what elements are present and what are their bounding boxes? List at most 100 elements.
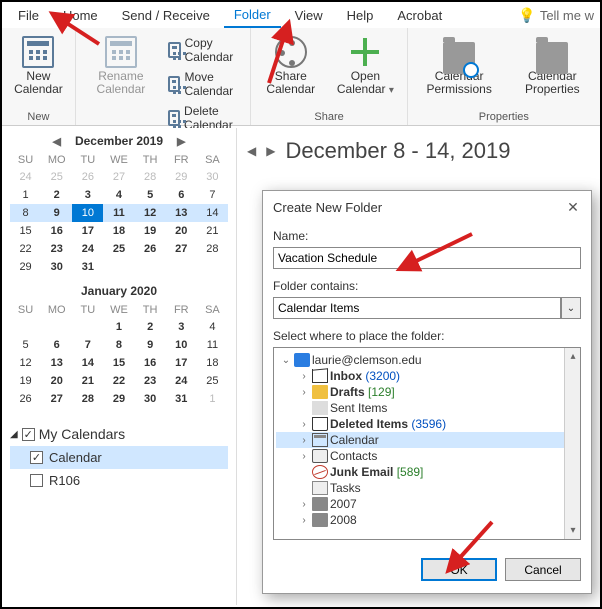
menu-item-folder[interactable]: Folder <box>224 3 281 28</box>
calendar-day[interactable]: 3 <box>72 186 103 204</box>
tree-item[interactable]: ⌄laurie@clemson.edu <box>276 352 578 368</box>
calendar-day[interactable]: 18 <box>103 222 134 240</box>
calendar-day[interactable]: 13 <box>41 354 72 372</box>
cancel-button[interactable]: Cancel <box>505 558 581 581</box>
calendar-day[interactable]: 20 <box>166 222 197 240</box>
calendar-day[interactable]: 16 <box>135 354 166 372</box>
calendar-day[interactable]: 24 <box>72 240 103 258</box>
scroll-down-button[interactable]: ▾ <box>565 522 581 539</box>
expand-toggle[interactable]: › <box>298 419 310 430</box>
calendar-day[interactable]: 12 <box>135 204 166 222</box>
calendar-day[interactable]: 15 <box>10 222 41 240</box>
next-week-button[interactable]: ▶ <box>266 144 275 158</box>
menu-item-send-receive[interactable]: Send / Receive <box>112 4 220 27</box>
expand-toggle[interactable]: › <box>298 387 310 398</box>
calendar-day[interactable]: 23 <box>41 240 72 258</box>
prev-month-button[interactable]: ◀ <box>47 135 67 148</box>
tree-item[interactable]: ›Deleted Items (3596) <box>276 416 578 432</box>
rename-calendar-button[interactable]: Rename Calendar <box>80 34 162 98</box>
calendar-day[interactable]: 22 <box>103 372 134 390</box>
calendar-day[interactable]: 1 <box>10 186 41 204</box>
close-button[interactable]: ✕ <box>565 199 581 215</box>
calendar-properties-button[interactable]: Calendar Properties <box>509 34 596 98</box>
folder-contains-select[interactable] <box>273 297 561 319</box>
my-calendars-header[interactable]: ◢ ✓ My Calendars <box>10 422 228 446</box>
calendar-day[interactable]: 9 <box>41 204 72 222</box>
calendar-day[interactable]: 19 <box>10 372 41 390</box>
calendar-day[interactable]: 22 <box>10 240 41 258</box>
calendar-day[interactable]: 26 <box>135 240 166 258</box>
calendar-day[interactable]: 26 <box>72 168 103 186</box>
calendar-day[interactable]: 25 <box>197 372 228 390</box>
menu-item-file[interactable]: File <box>8 4 49 27</box>
calendar-day[interactable]: 27 <box>103 168 134 186</box>
group-checkbox[interactable]: ✓ <box>22 428 35 441</box>
tree-item[interactable]: Tasks <box>276 480 578 496</box>
calendar-day[interactable]: 24 <box>10 168 41 186</box>
calendar-day[interactable]: 8 <box>103 336 134 354</box>
folder-tree[interactable]: ▴ ▾ ⌄laurie@clemson.edu›Inbox (3200)›Dra… <box>273 347 581 540</box>
calendar-day[interactable]: 10 <box>72 204 103 222</box>
menu-item-help[interactable]: Help <box>337 4 384 27</box>
calendar-day[interactable]: 3 <box>166 318 197 336</box>
expand-toggle[interactable]: › <box>298 499 310 510</box>
calendar-day[interactable]: 5 <box>135 186 166 204</box>
calendar-day[interactable]: 24 <box>166 372 197 390</box>
calendar-day[interactable]: 25 <box>41 168 72 186</box>
calendar-day[interactable]: 9 <box>135 336 166 354</box>
menu-item-acrobat[interactable]: Acrobat <box>387 4 452 27</box>
calendar-day[interactable]: 11 <box>103 204 134 222</box>
calendar-day[interactable]: 29 <box>166 168 197 186</box>
scroll-up-button[interactable]: ▴ <box>565 348 581 365</box>
calendar-day[interactable]: 21 <box>197 222 228 240</box>
calendar-day[interactable]: 29 <box>10 258 41 276</box>
calendar-day[interactable]: 1 <box>103 318 134 336</box>
calendar-day[interactable]: 31 <box>166 390 197 408</box>
expand-toggle[interactable]: ⌄ <box>280 355 292 366</box>
calendar-day[interactable]: 23 <box>135 372 166 390</box>
calendar-day[interactable]: 15 <box>103 354 134 372</box>
calendar-day[interactable]: 2 <box>135 318 166 336</box>
calendar-day[interactable]: 17 <box>166 354 197 372</box>
checkbox[interactable]: ✓ <box>30 451 43 464</box>
calendar-day[interactable]: 10 <box>166 336 197 354</box>
calendar-day[interactable]: 29 <box>103 390 134 408</box>
tree-item[interactable]: ›2008 <box>276 512 578 528</box>
calendar-day[interactable]: 2 <box>41 186 72 204</box>
ok-button[interactable]: OK <box>421 558 497 581</box>
calendar-day[interactable]: 19 <box>135 222 166 240</box>
expand-toggle[interactable]: › <box>298 371 310 382</box>
expand-toggle[interactable]: › <box>298 451 310 462</box>
calendar-day[interactable]: 13 <box>166 204 197 222</box>
expand-toggle[interactable]: › <box>298 435 310 446</box>
calendar-grid-1[interactable]: SUMOTUWETHFRSA24252627282930123456789101… <box>10 148 228 276</box>
calendar-day[interactable]: 28 <box>135 168 166 186</box>
calendar-day[interactable]: 6 <box>166 186 197 204</box>
new-calendar-button[interactable]: New Calendar <box>6 34 71 98</box>
calendar-day[interactable]: 7 <box>197 186 228 204</box>
calendar-day[interactable]: 1 <box>197 390 228 408</box>
calendar-day[interactable]: 31 <box>72 258 103 276</box>
prev-week-button[interactable]: ◀ <box>247 144 256 158</box>
calendar-day[interactable]: 27 <box>166 240 197 258</box>
calendar-day[interactable]: 28 <box>72 390 103 408</box>
dropdown-button[interactable]: ⌄ <box>561 297 581 319</box>
calendar-day[interactable]: 4 <box>103 186 134 204</box>
tree-item[interactable]: Junk Email [589] <box>276 464 578 480</box>
calendar-day[interactable]: 18 <box>197 354 228 372</box>
calendar-day[interactable]: 12 <box>10 354 41 372</box>
calendar-day[interactable]: 28 <box>197 240 228 258</box>
calendar-day[interactable]: 30 <box>197 168 228 186</box>
tell-me[interactable]: 💡 Tell me w <box>518 7 594 24</box>
tree-item[interactable]: ›Drafts [129] <box>276 384 578 400</box>
calendar-grid-2[interactable]: SUMOTUWETHFRSA12345678910111213141516171… <box>10 298 228 408</box>
expand-toggle[interactable]: › <box>298 515 310 526</box>
calendar-day[interactable]: 11 <box>197 336 228 354</box>
tree-item[interactable]: Sent Items <box>276 400 578 416</box>
calendar-list-item[interactable]: ✓Calendar <box>10 446 228 469</box>
calendar-day[interactable]: 5 <box>10 336 41 354</box>
calendar-day[interactable]: 7 <box>72 336 103 354</box>
calendar-day[interactable]: 6 <box>41 336 72 354</box>
open-calendar-button[interactable]: Open Calendar ▾ <box>328 34 403 99</box>
checkbox[interactable] <box>30 474 43 487</box>
